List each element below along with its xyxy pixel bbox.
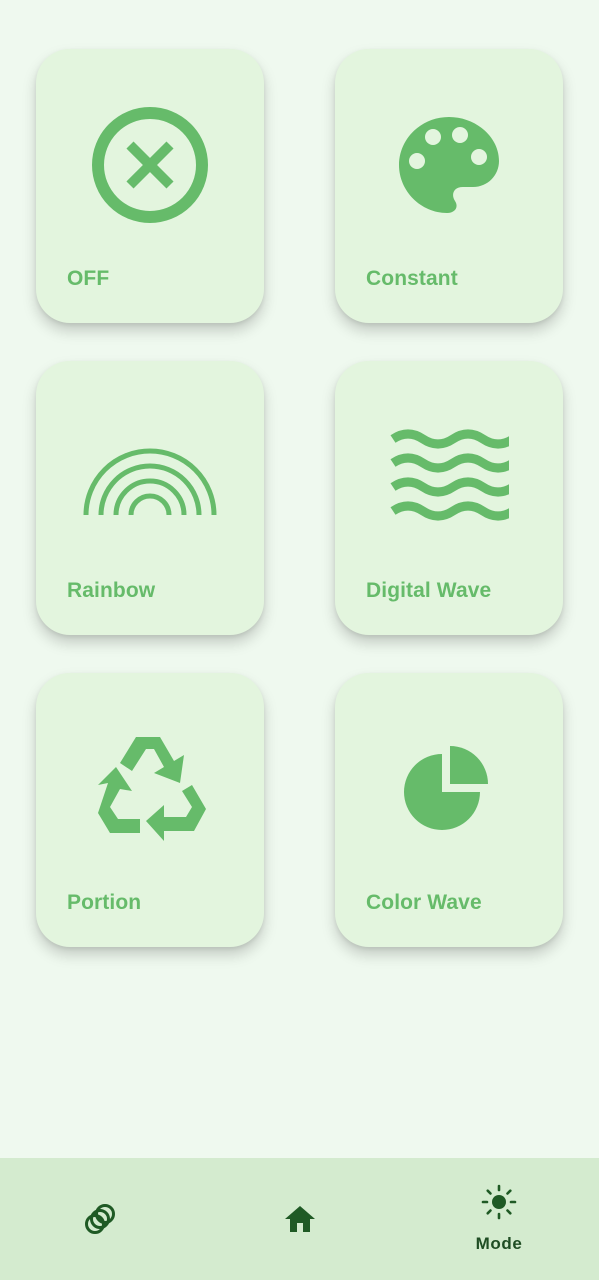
mode-label-color-wave: Color Wave bbox=[366, 891, 482, 914]
nav-item-mode[interactable]: Mode bbox=[399, 1158, 599, 1280]
mode-card-constant[interactable]: Constant bbox=[335, 49, 563, 323]
nav-item-rings[interactable] bbox=[0, 1158, 200, 1280]
mode-card-off[interactable]: OFF bbox=[36, 49, 264, 323]
waves-icon bbox=[379, 407, 519, 547]
sun-icon bbox=[481, 1184, 517, 1220]
mode-label-portion: Portion bbox=[67, 891, 142, 914]
mode-card-color-wave[interactable]: Color Wave bbox=[335, 673, 563, 947]
mode-card-portion[interactable]: Portion bbox=[36, 673, 264, 947]
rings-icon bbox=[82, 1201, 118, 1237]
palette-icon bbox=[379, 95, 519, 235]
recycle-icon bbox=[80, 719, 220, 859]
mode-label-off: OFF bbox=[67, 267, 110, 290]
close-circle-icon bbox=[80, 95, 220, 235]
home-icon bbox=[282, 1201, 318, 1237]
nav-item-home[interactable] bbox=[200, 1158, 400, 1280]
mode-card-digital-wave[interactable]: Digital Wave bbox=[335, 361, 563, 635]
mode-label-digital-wave: Digital Wave bbox=[366, 579, 492, 602]
mode-card-rainbow[interactable]: Rainbow bbox=[36, 361, 264, 635]
bottom-navigation-bar: Mode bbox=[0, 1158, 599, 1280]
mode-label-rainbow: Rainbow bbox=[67, 579, 156, 602]
rainbow-icon bbox=[80, 407, 220, 547]
nav-label-mode: Mode bbox=[475, 1234, 523, 1253]
mode-label-constant: Constant bbox=[366, 267, 458, 290]
pie-chart-icon bbox=[379, 719, 519, 859]
